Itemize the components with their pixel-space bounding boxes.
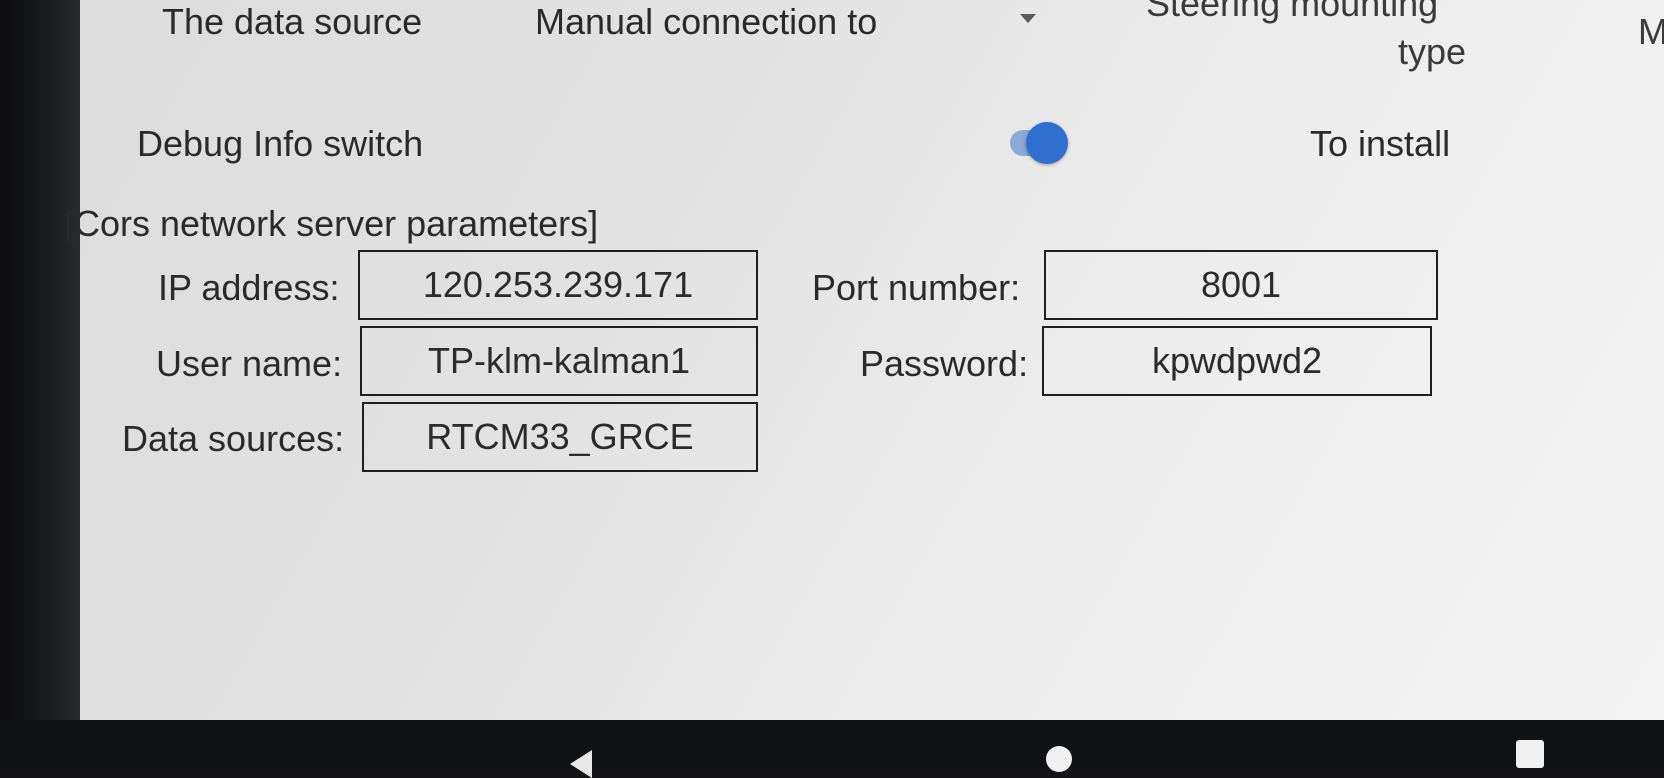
data-source-label: The data source	[162, 1, 423, 42]
port-number-field[interactable]: 8001	[1044, 250, 1438, 320]
steering-mounting-label: Steering mounting	[1146, 0, 1439, 24]
user-name-label: User name:	[156, 343, 343, 384]
ip-address-field[interactable]: 120.253.239.171	[358, 250, 758, 320]
to-install-label: To install	[1310, 123, 1451, 164]
data-source-dropdown[interactable]: Manual connection to	[535, 4, 877, 40]
navigation-bar	[0, 720, 1664, 768]
port-number-label: Port number:	[812, 267, 1021, 308]
data-sources-field[interactable]: RTCM33_GRCE	[362, 402, 758, 472]
cors-section-title: [Cors network server parameters]	[64, 203, 599, 244]
steering-mounting-label-type: type	[1398, 31, 1467, 72]
back-icon[interactable]	[570, 750, 592, 778]
data-sources-label: Data sources:	[122, 418, 345, 459]
toggle-thumb[interactable]	[1026, 122, 1068, 164]
debug-info-label: Debug Info switch	[137, 123, 424, 164]
device-bezel	[0, 0, 82, 720]
user-name-field[interactable]: TP-klm-kalman1	[360, 326, 758, 396]
chevron-down-icon[interactable]	[1020, 14, 1036, 23]
home-icon[interactable]	[1046, 746, 1072, 772]
ip-address-label: IP address:	[158, 267, 340, 308]
password-label: Password:	[860, 343, 1029, 384]
password-field[interactable]: kpwdpwd2	[1042, 326, 1432, 396]
recent-apps-icon[interactable]	[1516, 740, 1544, 768]
cut-off-label: M	[1638, 11, 1664, 52]
